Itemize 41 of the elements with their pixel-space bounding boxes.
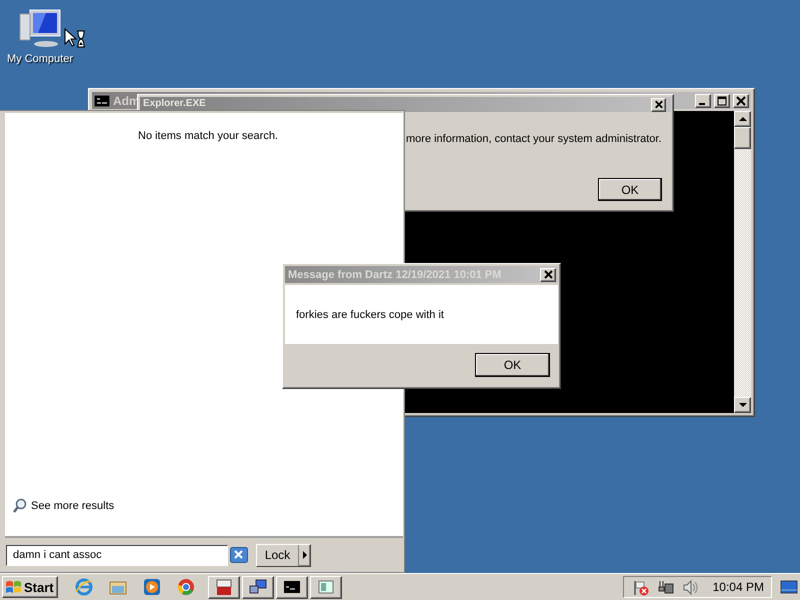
console-icon	[94, 94, 110, 106]
see-more-results-link[interactable]: See more results	[11, 497, 116, 514]
network-icon	[248, 578, 268, 596]
close-button[interactable]	[733, 94, 749, 108]
minimize-button[interactable]	[695, 94, 711, 108]
minimize-icon	[699, 102, 705, 104]
toolbox-task-button[interactable]	[208, 576, 240, 598]
media-player-icon[interactable]	[142, 577, 162, 597]
clear-search-icon[interactable]	[230, 547, 248, 563]
maximize-icon	[717, 96, 727, 106]
search-icon	[12, 498, 27, 513]
dialog-title: Explorer.EXE	[143, 98, 206, 109]
empty-message: No items match your search.	[138, 130, 278, 142]
lock-button[interactable]: Lock	[257, 544, 299, 566]
action-center-icon[interactable]	[632, 578, 649, 596]
close-button[interactable]	[540, 268, 556, 282]
computer-icon[interactable]	[18, 8, 62, 50]
dialog-message: forkies are fuckers cope with it	[296, 308, 444, 320]
maximize-button[interactable]	[714, 94, 730, 108]
ok-button[interactable]: OK	[475, 353, 550, 377]
show-desktop-icon[interactable]	[780, 578, 798, 596]
console-icon	[282, 578, 302, 596]
window-icon	[316, 578, 336, 596]
volume-icon[interactable]	[682, 578, 699, 596]
network-icon[interactable]	[656, 578, 674, 596]
window-task-button[interactable]	[310, 576, 342, 598]
network-task-button[interactable]	[242, 576, 274, 598]
console-task-button[interactable]	[276, 576, 308, 598]
caret-icon	[302, 550, 308, 560]
icon-label[interactable]: My Computer	[6, 53, 74, 65]
dialog-message: more information, contact your system administrator.	[406, 133, 662, 145]
search-field[interactable]: damn i cant assoc	[6, 544, 228, 566]
close-button[interactable]	[651, 98, 666, 112]
close-icon	[652, 98, 665, 111]
close-icon	[736, 96, 746, 106]
toolbox-icon	[214, 578, 234, 596]
ok-button[interactable]: OK	[598, 178, 662, 201]
scroll-thumb[interactable]	[734, 127, 751, 149]
start-button[interactable]: Start	[2, 576, 58, 598]
busy-cursor-icon	[64, 28, 86, 48]
windows-logo-icon	[5, 579, 22, 595]
